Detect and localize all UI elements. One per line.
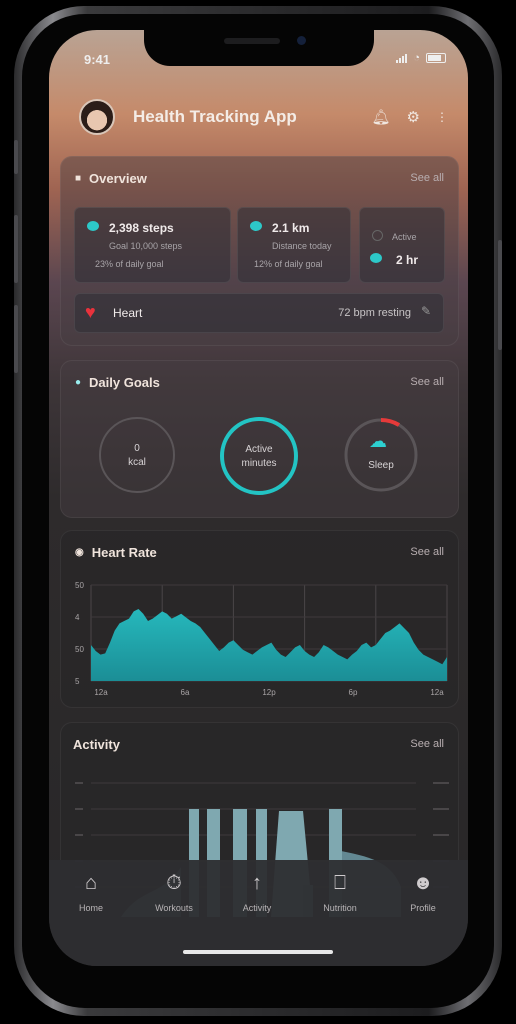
app-screen: 9:41 ◔ Health Tracking App 🔔︎ ⚙ ⋮ ■ Over… xyxy=(49,30,468,966)
overview-title: ■ Overview xyxy=(75,171,147,186)
nav-nutrition[interactable]: ⎕ Nutrition xyxy=(305,872,375,916)
goals-icon: ● xyxy=(75,377,82,388)
goals-card: ● Daily Goals See all 0 kcal Active minu… xyxy=(60,360,459,518)
status-time: 9:41 xyxy=(84,52,111,67)
home-icon: ⌂ xyxy=(84,872,98,894)
edit-icon[interactable]: ✎ xyxy=(421,304,431,318)
heart-rate-card: ◉ Heart Rate See all 50 4 50 5 12a 6a 12p 6p 12a xyxy=(60,530,459,708)
stopwatch-icon: ⏱ xyxy=(166,872,182,894)
home-indicator[interactable] xyxy=(183,950,333,954)
distance-value: 2.1 km xyxy=(272,221,310,235)
active-minutes-ring[interactable]: Active minutes xyxy=(220,417,298,495)
calories-ring[interactable]: 0 kcal xyxy=(99,417,175,493)
active-indicator xyxy=(372,230,383,241)
cup-icon: ⎕ xyxy=(334,872,346,894)
active-value: 2 hr xyxy=(396,253,419,267)
signal-icon xyxy=(396,53,408,63)
goals-title-text: Daily Goals xyxy=(89,375,160,390)
nav-activity-label: Activity xyxy=(242,903,272,913)
active-icon xyxy=(370,253,382,263)
y-tick-label: 50 xyxy=(75,645,84,654)
x-tick-label: 12a xyxy=(94,688,108,697)
active-tile[interactable]: Active 2 hr xyxy=(359,207,445,283)
sleep-ring[interactable] xyxy=(343,417,419,493)
goals-title: ● Daily Goals xyxy=(75,375,160,390)
mute-switch xyxy=(14,140,18,174)
sleep-ring-label: Sleep xyxy=(368,460,394,471)
goals-see-all[interactable]: See all xyxy=(410,376,444,388)
nav-activity[interactable]: ↑ Activity xyxy=(222,872,292,916)
activity-see-all[interactable]: See all xyxy=(410,738,444,750)
nav-nutrition-label: Nutrition xyxy=(323,903,357,913)
app-title: Health Tracking App xyxy=(133,107,297,126)
more-icon[interactable]: ⋮ xyxy=(436,110,448,124)
active-label: Active xyxy=(392,232,417,242)
heart-rate-see-all[interactable]: See all xyxy=(410,546,444,558)
calories-ring-value: 0 xyxy=(134,443,140,454)
distance-icon xyxy=(250,221,262,231)
activity-icon: ↑ xyxy=(252,872,262,894)
heart-rate-area xyxy=(91,609,447,681)
y-tick-label: 50 xyxy=(75,581,84,590)
overview-icon: ■ xyxy=(75,173,82,184)
calories-ring-unit: kcal xyxy=(128,457,146,468)
y-tick-label: 4 xyxy=(75,613,80,622)
distance-percent: 12% of daily goal xyxy=(254,259,323,269)
power-button xyxy=(498,240,502,350)
x-tick-label: 12p xyxy=(262,688,276,697)
active-ring-line1: Active xyxy=(245,444,273,455)
settings-icon[interactable]: ⚙ xyxy=(407,108,420,126)
heart-row[interactable]: ♥ Heart 72 bpm resting ✎ xyxy=(74,293,444,333)
volume-up-button xyxy=(14,215,18,283)
heart-rate-title-text: Heart Rate xyxy=(91,545,157,560)
overview-see-all[interactable]: See all xyxy=(410,172,444,184)
overview-title-text: Overview xyxy=(89,171,147,186)
heart-rate-icon: ◉ xyxy=(75,547,84,558)
volume-down-button xyxy=(14,305,18,373)
avatar[interactable] xyxy=(79,99,115,135)
profile-icon: ☻ xyxy=(412,872,434,894)
bottom-nav: ⌂ Home ⏱ Workouts ↑ Activity ⎕ Nutrition… xyxy=(49,860,468,966)
active-ring-line2: minutes xyxy=(241,458,277,469)
front-camera xyxy=(297,36,306,45)
heart-value: 72 bpm resting xyxy=(338,307,411,319)
heart-rate-title: ◉ Heart Rate xyxy=(75,545,157,560)
heart-label: Heart xyxy=(113,306,143,320)
steps-icon xyxy=(87,221,99,231)
heart-rate-chart: 50 4 50 5 12a 6a 12p 6p 12a xyxy=(75,581,448,697)
nav-home[interactable]: ⌂ Home xyxy=(56,872,126,916)
y-tick-label: 5 xyxy=(75,677,80,686)
x-tick-label: 6p xyxy=(349,688,358,697)
overview-card: ■ Overview See all 2,398 steps Goal 10,0… xyxy=(60,156,459,346)
heart-icon: ♥ xyxy=(85,302,96,322)
nav-workouts-label: Workouts xyxy=(155,903,193,913)
steps-tile[interactable]: 2,398 steps Goal 10,000 steps 23% of dai… xyxy=(74,207,231,283)
steps-percent: 23% of daily goal xyxy=(95,259,164,269)
nav-workouts[interactable]: ⏱ Workouts xyxy=(139,872,209,916)
status-icons: ◔ xyxy=(396,52,446,64)
x-tick-label: 12a xyxy=(430,688,444,697)
steps-value: 2,398 steps xyxy=(109,221,174,235)
x-tick-label: 6a xyxy=(181,688,190,697)
distance-tile[interactable]: 2.1 km Distance today 12% of daily goal xyxy=(237,207,351,283)
wifi-icon: ◔ xyxy=(413,52,420,64)
nav-profile-label: Profile xyxy=(410,903,436,913)
steps-goal: Goal 10,000 steps xyxy=(109,241,183,251)
cloud-icon: ☁ xyxy=(369,431,387,451)
notch xyxy=(144,30,374,66)
distance-label: Distance today xyxy=(272,241,332,251)
battery-icon xyxy=(426,53,446,63)
nav-home-label: Home xyxy=(78,903,103,913)
nav-profile[interactable]: ☻ Profile xyxy=(388,872,458,916)
sleep-ring-progress xyxy=(380,418,401,427)
activity-title: Activity xyxy=(73,737,120,752)
app-header: Health Tracking App 🔔︎ ⚙ ⋮ xyxy=(79,99,448,135)
speaker xyxy=(224,38,280,44)
bell-icon[interactable]: 🔔︎ xyxy=(372,108,391,126)
